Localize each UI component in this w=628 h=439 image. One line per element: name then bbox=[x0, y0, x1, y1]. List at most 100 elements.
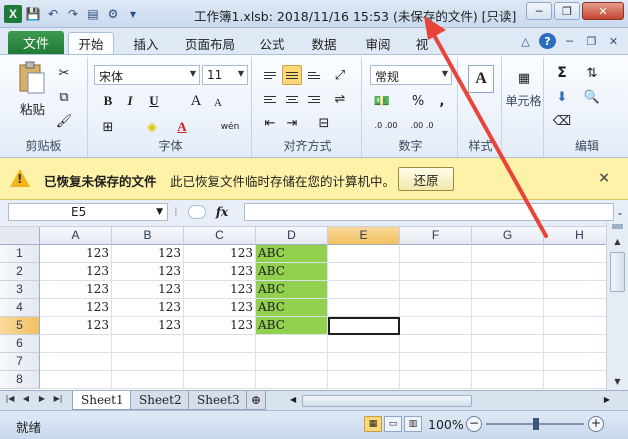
font-color-icon[interactable]: A bbox=[172, 117, 192, 137]
currency-icon[interactable]: 💵 bbox=[372, 91, 392, 111]
grid-cell[interactable] bbox=[400, 371, 472, 389]
grid-cell[interactable] bbox=[328, 371, 400, 389]
align-left-icon[interactable] bbox=[260, 89, 280, 109]
grid-cell[interactable]: 123 bbox=[112, 263, 184, 281]
wrap-text-icon[interactable]: ⇌ bbox=[330, 89, 350, 109]
shrink-font-button[interactable]: A bbox=[208, 93, 228, 113]
grid-cell[interactable] bbox=[328, 245, 400, 263]
next-sheet-icon[interactable]: ▶ bbox=[36, 394, 48, 403]
select-all-corner[interactable] bbox=[0, 227, 40, 245]
increase-decimal-button[interactable]: .0 .00 bbox=[372, 115, 400, 135]
horizontal-scrollbar[interactable]: ◀ ▶ bbox=[290, 394, 610, 408]
h-scroll-thumb[interactable] bbox=[302, 395, 472, 407]
redo-icon[interactable]: ↷ bbox=[64, 5, 82, 23]
tab-view[interactable]: 视 bbox=[410, 32, 434, 54]
grid-cell[interactable] bbox=[40, 335, 112, 353]
insert-sheet-icon[interactable]: ⊕ bbox=[246, 391, 267, 410]
grid-cell[interactable] bbox=[328, 281, 400, 299]
formula-input[interactable] bbox=[244, 203, 614, 221]
grid-cell[interactable] bbox=[256, 371, 328, 389]
grid-cell[interactable] bbox=[112, 353, 184, 371]
grid-cell[interactable] bbox=[400, 281, 472, 299]
page-break-view-icon[interactable]: ▥ bbox=[404, 416, 422, 432]
sort-filter-icon[interactable]: ⇅ bbox=[582, 63, 602, 83]
grid-cell[interactable]: 123 bbox=[184, 317, 256, 335]
column-header-a[interactable]: A bbox=[40, 227, 112, 245]
minimize-button[interactable]: ─ bbox=[526, 2, 552, 20]
number-format-select[interactable]: 常规 ▼ bbox=[370, 65, 452, 85]
grid-cell[interactable] bbox=[472, 353, 544, 371]
sheet-tab-1[interactable]: Sheet1 bbox=[72, 391, 133, 410]
font-name-select[interactable]: 宋体 ▼ bbox=[94, 65, 200, 85]
scroll-down-icon[interactable]: ▼ bbox=[610, 374, 625, 388]
grid-cell[interactable] bbox=[184, 335, 256, 353]
grid-cell[interactable] bbox=[112, 335, 184, 353]
grid-cell[interactable] bbox=[328, 263, 400, 281]
underline-button[interactable]: U bbox=[144, 91, 164, 111]
column-header-b[interactable]: B bbox=[112, 227, 184, 245]
tab-page-layout[interactable]: 页面布局 bbox=[178, 32, 242, 54]
grid-cell[interactable]: 123 bbox=[112, 281, 184, 299]
cut-icon[interactable]: ✂ bbox=[54, 63, 74, 83]
help-icon[interactable]: ? bbox=[539, 33, 556, 49]
tab-formulas[interactable]: 公式 bbox=[254, 32, 290, 54]
grid-cell[interactable]: 123 bbox=[184, 281, 256, 299]
row-header[interactable]: 2 bbox=[0, 263, 40, 281]
grid-cell[interactable] bbox=[400, 335, 472, 353]
scroll-left-icon[interactable]: ◀ bbox=[290, 395, 296, 404]
grid-cell[interactable]: 123 bbox=[184, 299, 256, 317]
grid-cell[interactable]: ABC bbox=[256, 317, 328, 335]
toolbar-extra-icon[interactable]: ⚙ bbox=[104, 5, 122, 23]
grid-cell[interactable] bbox=[472, 335, 544, 353]
zoom-slider[interactable] bbox=[486, 418, 584, 430]
grid-cell[interactable] bbox=[544, 263, 606, 281]
grid-cell[interactable] bbox=[472, 245, 544, 263]
scroll-up-icon[interactable]: ▲ bbox=[610, 234, 625, 248]
fill-color-icon[interactable]: ◈ bbox=[142, 117, 162, 137]
align-top-icon[interactable] bbox=[260, 65, 280, 85]
restore-button-notify[interactable]: 还原 bbox=[398, 167, 454, 191]
grid-cell[interactable]: 123 bbox=[40, 317, 112, 335]
column-header-e[interactable]: E bbox=[328, 227, 400, 245]
cells-icon[interactable]: ▦ bbox=[512, 65, 536, 91]
grid-cell[interactable]: ABC bbox=[256, 299, 328, 317]
grid-cell[interactable] bbox=[544, 281, 606, 299]
bold-button[interactable]: B bbox=[98, 91, 118, 111]
insert-function-button[interactable]: fx bbox=[216, 205, 228, 219]
row-header[interactable]: 3 bbox=[0, 281, 40, 299]
grid-cell[interactable] bbox=[184, 371, 256, 389]
grid-cell[interactable] bbox=[40, 353, 112, 371]
grid-cell[interactable] bbox=[472, 317, 544, 335]
print-preview-icon[interactable]: ▤ bbox=[84, 5, 102, 23]
first-sheet-icon[interactable]: |◀ bbox=[4, 394, 16, 403]
tab-home[interactable]: 开始 bbox=[68, 32, 114, 54]
row-header[interactable]: 7 bbox=[0, 353, 40, 371]
autosum-button[interactable]: Σ bbox=[552, 63, 572, 83]
styles-icon[interactable]: A bbox=[468, 65, 494, 93]
align-middle-icon[interactable] bbox=[282, 65, 302, 85]
grid-cell[interactable] bbox=[544, 245, 606, 263]
sheet-tab-2[interactable]: Sheet2 bbox=[130, 391, 191, 410]
merge-center-icon[interactable]: ⊟ bbox=[314, 113, 334, 133]
row-header[interactable]: 4 bbox=[0, 299, 40, 317]
grid-cell[interactable] bbox=[400, 263, 472, 281]
column-header-g[interactable]: G bbox=[472, 227, 544, 245]
grid-cell[interactable] bbox=[544, 335, 606, 353]
zoom-in-button[interactable]: + bbox=[588, 416, 604, 432]
customize-qat-icon[interactable]: ▾ bbox=[124, 5, 142, 23]
tab-review[interactable]: 审阅 bbox=[358, 32, 398, 54]
row-header[interactable]: 6 bbox=[0, 335, 40, 353]
grid-cell[interactable]: 123 bbox=[40, 245, 112, 263]
grid-cell[interactable] bbox=[544, 371, 606, 389]
last-sheet-icon[interactable]: ▶| bbox=[52, 394, 64, 403]
collapse-ribbon-icon[interactable]: △ bbox=[517, 33, 534, 49]
tab-insert[interactable]: 插入 bbox=[126, 32, 166, 54]
cancel-enter-icon[interactable] bbox=[187, 205, 206, 219]
grid-cell[interactable]: 123 bbox=[40, 299, 112, 317]
italic-button[interactable]: I bbox=[120, 91, 140, 111]
decrease-indent-icon[interactable]: ⇤ bbox=[260, 113, 280, 133]
orientation-icon[interactable]: ⤢ bbox=[330, 65, 350, 85]
grid-cell[interactable] bbox=[328, 353, 400, 371]
decrease-decimal-button[interactable]: .00 .0 bbox=[408, 115, 436, 135]
align-center-icon[interactable] bbox=[282, 89, 302, 109]
